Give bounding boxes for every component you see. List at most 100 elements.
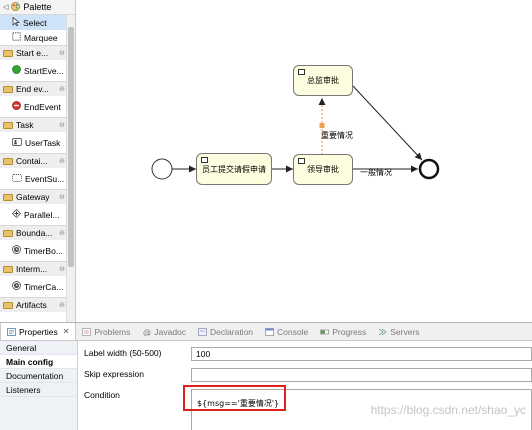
label-width-input[interactable]: 100	[191, 347, 532, 361]
tab-label: Javadoc	[154, 326, 187, 337]
skip-expression-label: Skip expression	[84, 369, 145, 379]
diagram-canvas[interactable]: 员工提交请假申请 领导审批 总监审批 重要情况 一般情况	[77, 0, 532, 322]
highlight-annotation-box	[183, 385, 286, 411]
palette-scrollbar[interactable]	[66, 15, 75, 322]
palette-category-container[interactable]: Contai... ⊖	[0, 153, 75, 168]
task-label: 领导审批	[307, 165, 339, 174]
task-label: 总监审批	[307, 76, 339, 85]
palette-item-label: TimerBo...	[24, 245, 63, 256]
palette-category-label: Task	[16, 120, 34, 130]
flow-label-normal[interactable]: 一般情况	[360, 167, 392, 178]
console-icon	[265, 327, 274, 336]
tab-progress[interactable]: Progress	[314, 323, 372, 340]
palette-item-parallel-gateway[interactable]: Parallel...	[0, 204, 75, 225]
palette-category-artifacts[interactable]: Artifacts ⊖	[0, 297, 75, 312]
palette-item-event-subprocess[interactable]: EventSu...	[0, 168, 75, 189]
tab-properties[interactable]: Properties ✕	[0, 323, 77, 340]
palette-category-label: Artifacts	[16, 300, 47, 310]
tab-label: Progress	[332, 326, 367, 337]
start-event-icon	[12, 65, 21, 76]
event-subprocess-icon	[12, 173, 22, 184]
tab-console[interactable]: Console	[259, 323, 314, 340]
end-event-shape	[418, 158, 440, 180]
properties-view: Properties ✕ Problems @ Javadoc Declarat…	[0, 322, 532, 430]
user-task-marker-icon	[298, 69, 305, 75]
close-icon[interactable]: ✕	[63, 327, 70, 336]
tab-problems[interactable]: Problems	[76, 323, 136, 340]
task-leader-approval[interactable]: 领导审批	[293, 154, 353, 185]
select-arrow-icon	[12, 16, 20, 28]
pin-icon[interactable]: ⊖	[59, 193, 65, 201]
view-tab-bar: Properties ✕ Problems @ Javadoc Declarat…	[0, 323, 532, 341]
palette-item-label: EventSu...	[25, 173, 65, 184]
palette-item-label: StartEve...	[24, 65, 64, 76]
tab-declaration[interactable]: Declaration	[192, 323, 259, 340]
watermark-text: https://blog.csdn.net/shao_yc	[370, 403, 526, 417]
palette-item-timer-catch[interactable]: TimerCa...	[0, 276, 75, 297]
palette-scrollbar-thumb[interactable]	[68, 27, 74, 267]
end-event-icon	[12, 101, 21, 112]
palette-category-label: End ev...	[16, 84, 49, 94]
flow-label-important[interactable]: 重要情况	[321, 130, 353, 141]
pin-icon[interactable]: ⊖	[59, 49, 65, 57]
palette-tool-label: Marquee	[24, 32, 58, 43]
nav-item-listeners[interactable]: Listeners	[0, 383, 77, 397]
task-director-approval[interactable]: 总监审批	[293, 65, 353, 96]
tab-label: Problems	[94, 326, 131, 337]
pin-icon[interactable]: ⊖	[59, 157, 65, 165]
tab-servers[interactable]: Servers	[372, 323, 425, 340]
flow-selection-handle	[319, 123, 325, 128]
properties-icon	[7, 327, 16, 336]
palette-icon	[11, 1, 21, 13]
collapse-arrow-icon[interactable]: ◁	[3, 3, 8, 11]
palette-item-start-event[interactable]: StartEve...	[0, 60, 75, 81]
palette-panel: ◁ Palette Select Marquee Start e... ⊖ St…	[0, 0, 76, 322]
nav-item-documentation[interactable]: Documentation	[0, 369, 77, 383]
label-width-label: Label width (50-500)	[84, 348, 162, 358]
palette-item-end-event[interactable]: EndEvent	[0, 96, 75, 117]
palette-item-user-task[interactable]: UserTask	[0, 132, 75, 153]
palette-category-label: Gateway	[16, 192, 50, 202]
palette-category-task[interactable]: Task ⊖	[0, 117, 75, 132]
palette-category-label: Bounda...	[16, 228, 53, 238]
palette-category-start[interactable]: Start e... ⊖	[0, 45, 75, 60]
marquee-icon	[12, 32, 21, 43]
palette-title: Palette	[23, 2, 52, 12]
servers-icon	[378, 328, 387, 336]
palette-category-end[interactable]: End ev... ⊖	[0, 81, 75, 96]
nav-item-general[interactable]: General	[0, 341, 77, 355]
palette-category-gateway[interactable]: Gateway ⊖	[0, 189, 75, 204]
palette-item-timer-boundary[interactable]: TimerBo...	[0, 240, 75, 261]
properties-section-nav: General Main config Documentation Listen…	[0, 341, 78, 430]
palette-tool-select[interactable]: Select	[0, 15, 75, 30]
pin-icon[interactable]: ⊖	[59, 85, 65, 93]
folder-icon	[3, 229, 13, 237]
progress-icon	[320, 328, 330, 336]
svg-text:@: @	[143, 328, 151, 336]
tab-javadoc[interactable]: @ Javadoc	[136, 323, 192, 340]
folder-icon	[3, 157, 13, 165]
pin-icon[interactable]: ⊖	[59, 301, 65, 309]
palette-category-boundary[interactable]: Bounda... ⊖	[0, 225, 75, 240]
palette-item-label: TimerCa...	[24, 281, 64, 292]
timer-boundary-icon	[12, 245, 21, 256]
folder-icon	[3, 265, 13, 273]
palette-category-intermediate[interactable]: Interm... ⊖	[0, 261, 75, 276]
parallel-gateway-icon	[12, 209, 21, 220]
nav-item-main-config[interactable]: Main config	[0, 355, 77, 369]
flow-director-to-end	[352, 85, 423, 161]
palette-tool-marquee[interactable]: Marquee	[0, 30, 75, 45]
task-employee-request[interactable]: 员工提交请假申请	[196, 153, 272, 185]
folder-icon	[3, 85, 13, 93]
problems-icon	[82, 327, 92, 336]
skip-expression-input[interactable]	[191, 368, 532, 382]
palette-item-label: Parallel...	[24, 209, 60, 220]
folder-icon	[3, 49, 13, 57]
tab-label: Properties	[19, 326, 58, 337]
palette-header[interactable]: ◁ Palette	[0, 0, 75, 15]
pin-icon[interactable]: ⊖	[59, 229, 65, 237]
pin-icon[interactable]: ⊖	[59, 265, 65, 273]
task-label: 员工提交请假申请	[202, 164, 266, 174]
tab-label: Declaration	[210, 326, 254, 337]
pin-icon[interactable]: ⊖	[59, 121, 65, 129]
